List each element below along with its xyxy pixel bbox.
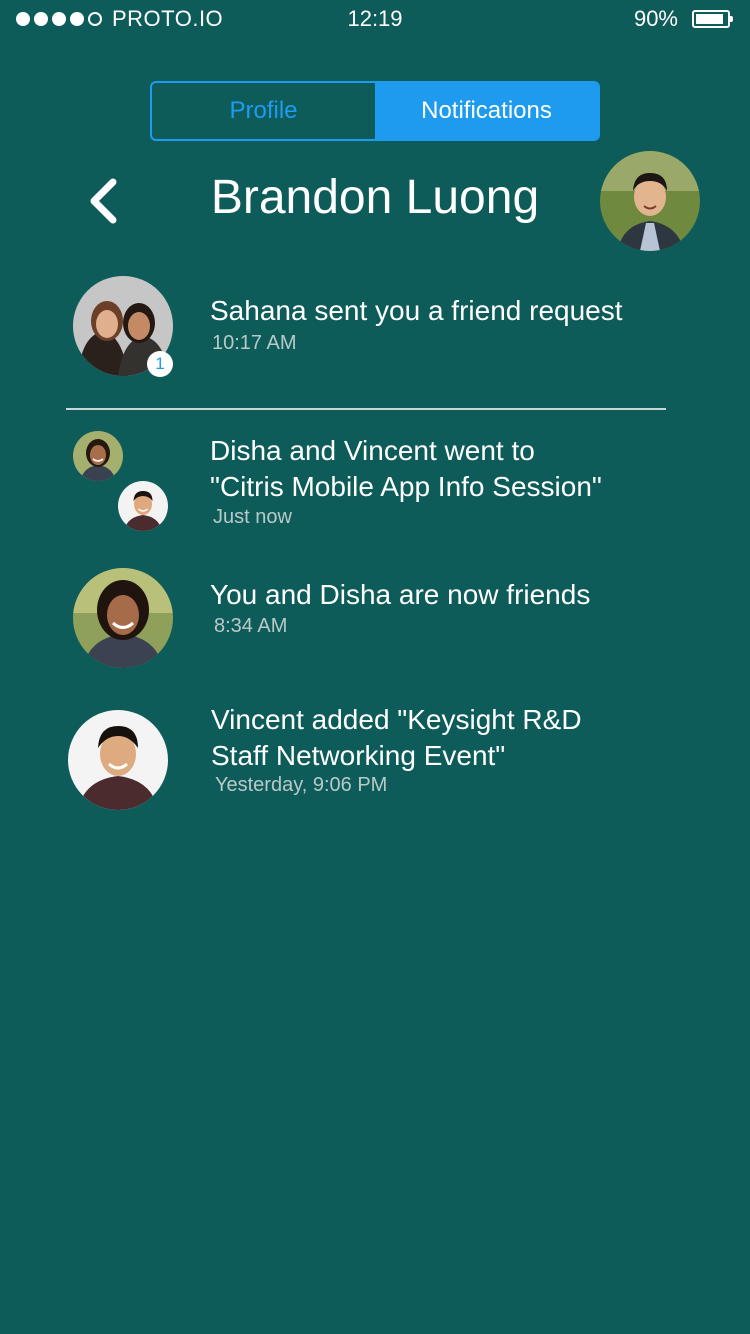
notification-time: Yesterday, 9:06 PM [215, 774, 388, 796]
vincent-avatar-small[interactable] [118, 481, 168, 531]
divider [66, 408, 666, 410]
disha-avatar[interactable] [73, 568, 173, 668]
tab-profile[interactable]: Profile [152, 83, 375, 139]
vincent-avatar[interactable] [68, 710, 168, 810]
tab-notifications[interactable]: Notifications [375, 83, 598, 139]
battery-icon [692, 10, 733, 28]
user-avatar[interactable] [600, 151, 700, 251]
notification-message-line2[interactable]: Staff Networking Event" [211, 738, 505, 774]
notification-message-line1[interactable]: Vincent added "Keysight R&D [211, 702, 582, 738]
notification-time: 8:34 AM [214, 615, 288, 637]
disha-avatar-small[interactable] [73, 431, 123, 481]
friend-request-badge: 1 [147, 351, 173, 377]
notification-time: Just now [213, 506, 292, 528]
profile-notifications-tabs: Profile Notifications [150, 81, 600, 141]
notification-message-line1[interactable]: Disha and Vincent went to [210, 433, 535, 469]
notification-message[interactable]: You and Disha are now friends [210, 577, 590, 613]
status-bar: PROTO.IO 12:19 90% [0, 0, 750, 40]
battery-percentage: 90% [633, 6, 678, 31]
notification-message[interactable]: Sahana sent you a friend request [210, 293, 623, 329]
notification-message-line2[interactable]: "Citris Mobile App Info Session" [210, 469, 602, 505]
notification-time: 10:17 AM [212, 332, 297, 354]
